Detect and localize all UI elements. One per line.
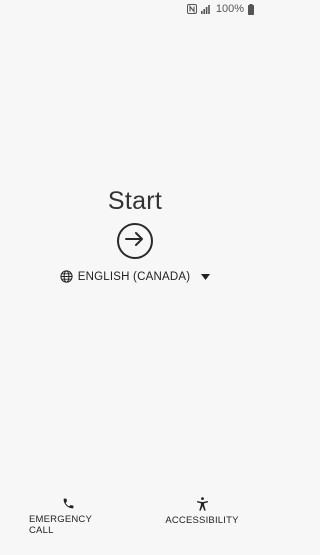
accessibility-label: ACCESSIBILITY — [165, 515, 239, 526]
start-title: Start — [107, 187, 163, 215]
bottom-bar: EMERGENCY CALL ACCESSIBILITY — [0, 497, 270, 537]
emergency-call-button[interactable]: EMERGENCY CALL — [29, 497, 107, 536]
phone-icon — [62, 497, 75, 510]
globe-icon — [60, 270, 73, 283]
arrow-right-icon — [125, 231, 145, 252]
battery-percent: 100% — [215, 3, 244, 15]
accessibility-button[interactable]: ACCESSIBILITY — [165, 497, 239, 526]
start-button[interactable] — [117, 223, 153, 259]
language-selector[interactable]: ENGLISH (CANADA) — [60, 270, 211, 283]
caret-down-icon — [195, 273, 211, 280]
status-bar: 100% — [0, 0, 270, 18]
battery-icon — [248, 3, 254, 15]
signal-icon — [200, 4, 212, 14]
accessibility-icon — [196, 497, 209, 511]
start-section: Start ENGLISH (CANADA) — [0, 186, 270, 283]
emergency-call-label: EMERGENCY CALL — [29, 514, 92, 536]
language-label: ENGLISH (CANADA) — [77, 270, 191, 283]
nfc-icon — [186, 4, 197, 14]
